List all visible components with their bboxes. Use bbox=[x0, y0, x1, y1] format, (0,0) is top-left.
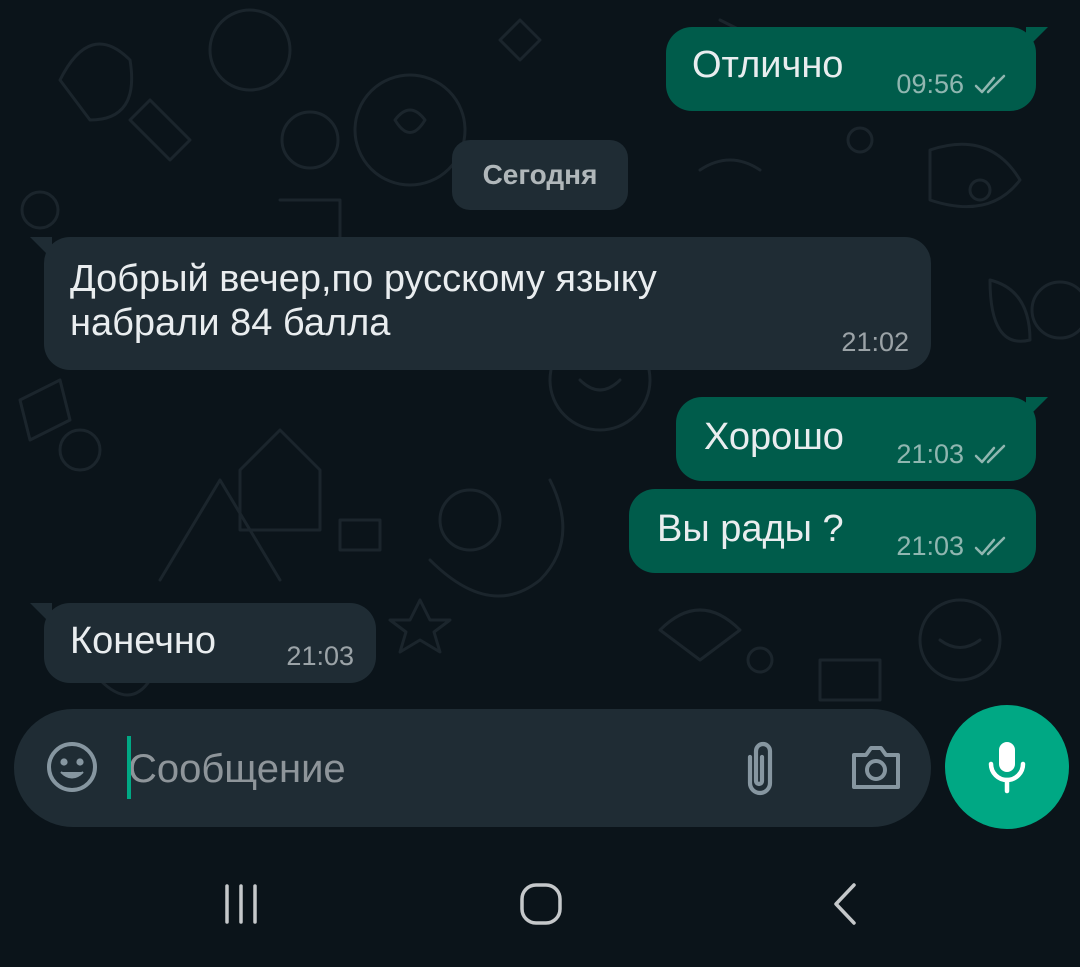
message-bubble-incoming[interactable]: Добрый вечер,по русскому языку набрали 8… bbox=[30, 237, 931, 370]
message-text: Вы рады ? bbox=[657, 508, 844, 550]
bubble-tail bbox=[30, 603, 52, 625]
message-time: 21:03 bbox=[286, 641, 354, 671]
smiley-icon[interactable] bbox=[44, 739, 100, 795]
message-meta: 09:56 bbox=[896, 69, 1010, 100]
message-bubble-outgoing[interactable]: Хорошо 21:03 bbox=[676, 397, 1048, 481]
system-navigation-bar bbox=[0, 840, 1080, 967]
message-time: 21:03 bbox=[896, 439, 964, 469]
home-button[interactable] bbox=[496, 864, 586, 944]
message-text: Отлично bbox=[692, 44, 844, 86]
bubble-tail bbox=[30, 237, 52, 259]
message-bubble-outgoing[interactable]: Вы рады ? 21:03 bbox=[629, 489, 1036, 573]
microphone-button[interactable] bbox=[945, 705, 1069, 829]
message-bubble-outgoing[interactable]: Отлично 09:56 bbox=[666, 27, 1048, 111]
message-meta: 21:03 bbox=[286, 641, 354, 672]
back-icon bbox=[834, 883, 856, 925]
microphone-icon bbox=[988, 742, 1026, 794]
message-meta: 21:03 bbox=[896, 531, 1010, 562]
date-separator: Сегодня bbox=[452, 140, 628, 210]
message-time: 21:03 bbox=[896, 531, 964, 561]
message-bubble-incoming[interactable]: Конечно 21:03 bbox=[30, 603, 376, 683]
camera-icon[interactable] bbox=[848, 739, 904, 795]
text-cursor bbox=[127, 736, 131, 799]
bubble-tail bbox=[1026, 27, 1048, 49]
recents-icon bbox=[225, 884, 257, 924]
recents-button[interactable] bbox=[196, 864, 286, 944]
home-icon bbox=[520, 883, 562, 925]
bubble-tail bbox=[1026, 397, 1048, 419]
message-text: Хорошо bbox=[704, 416, 844, 458]
double-check-icon bbox=[974, 74, 1006, 93]
message-meta: 21:03 bbox=[896, 439, 1010, 470]
message-meta: 21:02 bbox=[841, 327, 909, 358]
double-check-icon bbox=[974, 444, 1006, 463]
message-time: 21:02 bbox=[841, 327, 909, 357]
back-button[interactable] bbox=[800, 864, 890, 944]
message-time: 09:56 bbox=[896, 69, 964, 99]
paperclip-icon[interactable] bbox=[734, 737, 786, 799]
message-composer bbox=[14, 709, 931, 827]
double-check-icon bbox=[974, 536, 1006, 555]
message-text: Конечно bbox=[70, 620, 217, 662]
message-text: Добрый вечер,по русскому языку набрали 8… bbox=[70, 258, 657, 344]
message-input[interactable] bbox=[126, 733, 690, 805]
